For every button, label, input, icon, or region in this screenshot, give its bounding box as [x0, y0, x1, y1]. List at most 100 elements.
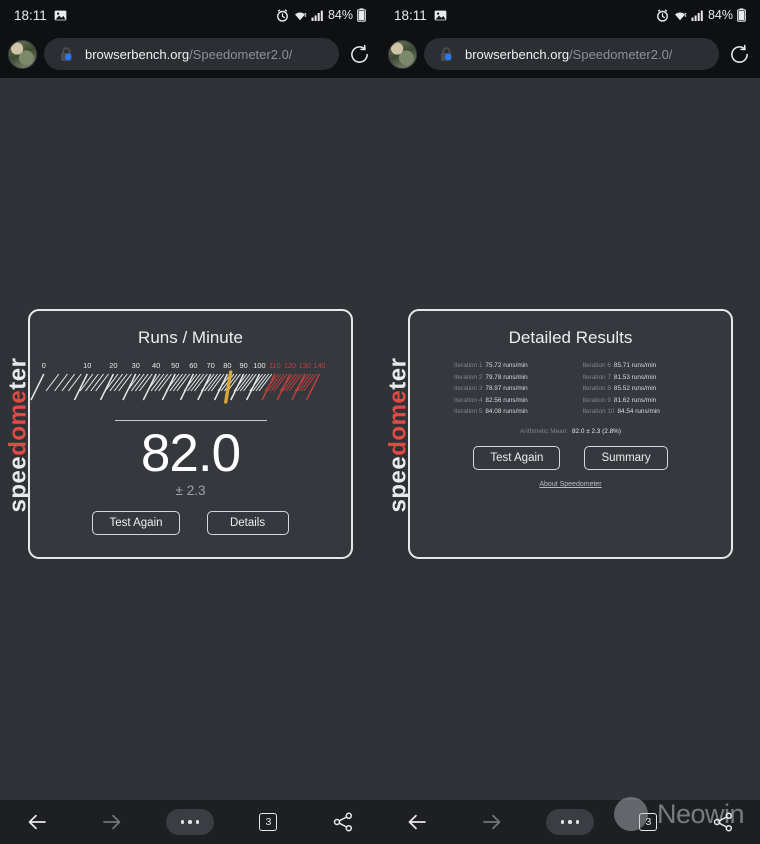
gauge-tick-label: 40 [152, 361, 160, 370]
iteration-label: Iteration 7 [582, 373, 611, 381]
back-arrow-icon [408, 814, 427, 830]
status-bar-right: 84% [656, 8, 746, 22]
gauge-tick [210, 373, 225, 392]
more-menu-icon [568, 820, 572, 824]
nav-forward-button[interactable] [92, 807, 132, 837]
iteration-label: Iteration 5 [454, 408, 483, 415]
status-bar: 18:11 84% [0, 0, 380, 30]
reload-button[interactable] [726, 44, 752, 65]
gauge-tick-labels: 0 10 20 30 40 50 60 70 80 90 100 110 120 130 140 [42, 361, 326, 370]
speedometer-logo: speedometer [4, 302, 31, 567]
omnibox[interactable]: browserbench.org/Speedometer2.0/ [424, 38, 719, 70]
battery-percent-label: 84% [707, 8, 733, 22]
summary-button[interactable]: Summary [584, 446, 668, 470]
test-again-button[interactable]: Test Again [92, 511, 180, 536]
test-again-button[interactable]: Test Again [473, 446, 561, 470]
gauge-tick [154, 373, 169, 392]
iteration-row: Iteration 6 85.71 runs/min [583, 362, 688, 369]
gauge-svg: 0 10 20 30 40 50 60 70 80 90 100 110 120 130 140 [30, 361, 326, 404]
nav-menu-button[interactable] [165, 809, 214, 835]
iteration-row: Iteration 10 84.54 runs/min [583, 408, 688, 415]
more-menu-icon [575, 820, 580, 824]
battery-percent-label: 84% [327, 8, 353, 22]
iteration-value: 84.08 runs/min [485, 408, 528, 415]
nav-tabs-button[interactable]: 3 [248, 807, 288, 837]
url-text[interactable]: browserbench.org/Speedometer2.0/ [465, 47, 672, 62]
about-speedometer-link[interactable]: About Speedometer [410, 481, 731, 488]
url-text[interactable]: browserbench.org/Speedometer2.0/ [85, 47, 292, 62]
gauge-tick [194, 373, 208, 392]
iteration-value: 85.52 runs/min [613, 385, 657, 392]
omnibox[interactable]: browserbench.org/Speedometer2.0/ [44, 38, 339, 70]
right-screen-half: 18:11 84% browserbench.org/Speedometer2.… [380, 0, 760, 844]
lock-icon[interactable] [438, 46, 455, 63]
iteration-label: Iteration 6 [582, 362, 611, 369]
web-page-content: speedometer Runs / Minute 0 10 20 30 40 50 60 7… [0, 78, 380, 800]
iteration-row: Iteration 1 75.72 runs/min [454, 362, 559, 369]
status-bar-left: 18:11 [394, 8, 447, 23]
profile-avatar[interactable] [388, 39, 417, 69]
nav-back-button[interactable] [17, 807, 57, 837]
gauge-tick [190, 373, 205, 392]
iteration-label: Iteration 3 [454, 385, 483, 392]
gauge-tick-label: 20 [109, 361, 117, 370]
iteration-value: 82.56 runs/min [485, 396, 528, 404]
gauge-tick [73, 373, 88, 401]
iteration-label: Iteration 10 [582, 408, 615, 415]
iteration-row: Iteration 5 84.08 runs/min [454, 408, 559, 415]
status-bar-right: 84% [276, 8, 366, 22]
gauge-tick [99, 373, 115, 401]
gauge-tick [85, 373, 99, 392]
battery-icon [357, 8, 366, 22]
browser-bottom-nav: 3 [0, 800, 380, 844]
gauge-tick-label: 140 [313, 361, 325, 370]
logo-suffix: ter [384, 357, 411, 390]
wifi-icon [293, 9, 307, 22]
score-deviation: ± 2.3 [175, 483, 206, 499]
gauge-tick-label: 120 [284, 361, 296, 370]
signal-icon [691, 9, 704, 22]
nav-forward-button[interactable] [472, 807, 512, 837]
logo-prefix: spee [384, 455, 411, 512]
profile-avatar[interactable] [8, 39, 37, 69]
url-domain: browserbench.org [465, 46, 570, 62]
iteration-row: Iteration 3 78.97 runs/min [454, 385, 559, 392]
screenshot-root: 18:11 84% browserbench.org/Speedometer2.… [0, 0, 760, 844]
nav-menu-button[interactable] [545, 809, 594, 835]
status-time: 18:11 [394, 7, 427, 23]
nav-tabs-button[interactable]: 3 [628, 807, 668, 837]
iteration-label: Iteration 4 [454, 396, 483, 404]
iteration-label: Iteration 2 [454, 373, 483, 381]
iteration-label: Iteration 8 [582, 385, 611, 392]
iteration-value: 78.97 runs/min [485, 385, 528, 392]
logo-accent: dome [384, 389, 411, 456]
nav-share-button[interactable] [703, 807, 743, 837]
more-menu-icon [560, 820, 565, 824]
iteration-value: 84.54 runs/min [617, 408, 660, 415]
details-button[interactable]: Details [206, 511, 289, 536]
more-menu-icon [188, 820, 192, 824]
forward-arrow-icon [482, 814, 500, 830]
back-arrow-icon [28, 814, 47, 830]
reload-button[interactable] [346, 44, 372, 65]
gauge-tick-label: 0 [42, 361, 46, 370]
lock-icon[interactable] [58, 46, 75, 63]
iteration-row: Iteration 4 82.56 runs/min [454, 397, 559, 404]
tab-count-badge: 3 [259, 813, 278, 831]
iteration-value: 85.71 runs/min [613, 362, 657, 369]
url-path: /Speedometer2.0/ [569, 46, 673, 62]
score-value: 82.0 [140, 424, 241, 483]
results-card-buttons: Test Again Summary [410, 446, 731, 470]
gauge-tick [158, 373, 172, 392]
gauge-card-title: Runs / Minute [138, 328, 243, 347]
nav-back-button[interactable] [397, 807, 437, 837]
share-icon [713, 812, 732, 832]
gauge-tick [30, 373, 45, 401]
url-path: /Speedometer2.0/ [189, 46, 293, 62]
battery-icon [737, 8, 746, 22]
iteration-label: Iteration 1 [454, 362, 483, 369]
gauge-tick [146, 373, 161, 392]
image-icon [54, 9, 67, 22]
nav-share-button[interactable] [323, 807, 363, 837]
browser-url-bar: browserbench.org/Speedometer2.0/ [380, 30, 760, 78]
